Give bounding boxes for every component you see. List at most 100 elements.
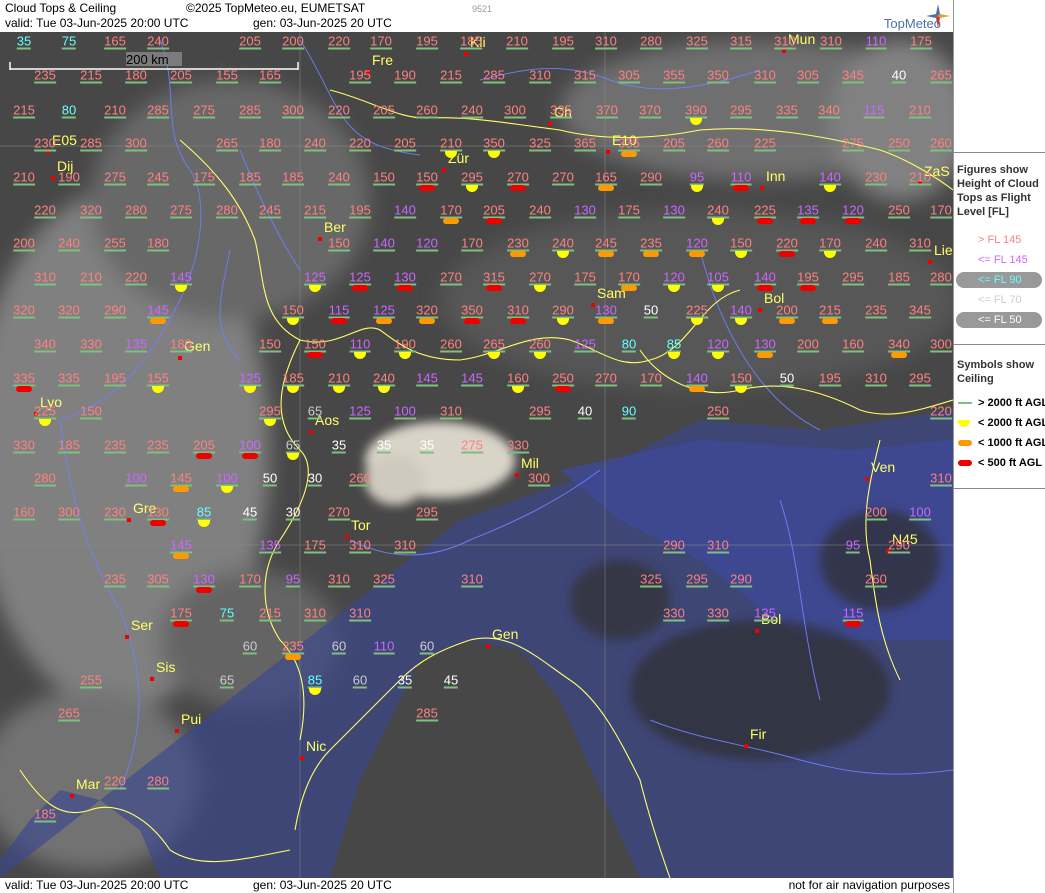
cloud-top-label: 285 (147, 102, 169, 119)
cloud-top-label: 115 (842, 605, 864, 622)
cloud-top-label: 220 (104, 773, 126, 790)
ceiling-symbol (486, 285, 502, 291)
cloud-top-label: 145 (170, 537, 192, 554)
cloud-top-label: 310 (820, 33, 842, 50)
cloud-top-label: 205 (394, 135, 416, 152)
cloud-top-label: 280 (34, 470, 56, 487)
cloud-top-label: 175 (910, 33, 932, 50)
cloud-top-label: 335 (618, 135, 640, 152)
footer-valid: valid: Tue 03-Jun-2025 20:00 UTC (5, 878, 189, 892)
city-marker (760, 186, 764, 190)
cloud-top-label: 195 (552, 33, 574, 50)
cloud-top-label: 205 (239, 33, 261, 50)
cloud-top-label: 235 (104, 437, 126, 454)
cloud-top-label: 295 (842, 269, 864, 286)
ceiling-symbol (555, 386, 571, 392)
ceiling-symbol (486, 218, 502, 224)
footer-note: not for air navigation purposes (788, 878, 950, 892)
cloud-top-label: 390 (685, 102, 707, 119)
cloud-top-label: 135 (797, 202, 819, 219)
cloud-top-label: 220 (328, 33, 350, 50)
cloud-top-label: 130 (193, 571, 215, 588)
cloud-top-label: 365 (574, 135, 596, 152)
legend-ceiling-symbol (958, 460, 972, 466)
cloud-top-label: 235 (34, 67, 56, 84)
cloud-top-label: 185 (282, 370, 304, 387)
city-label: Ser (131, 617, 153, 633)
cloud-top-label: 125 (349, 269, 371, 286)
cloud-top-label: 215 (440, 67, 462, 84)
cloud-top-label: 325 (529, 135, 551, 152)
cloud-top-label: 275 (461, 437, 483, 454)
copyright-text: ©2025 TopMeteo.eu, EUMETSAT (186, 1, 366, 15)
cloud-top-label: 125 (574, 336, 596, 353)
city-label: Pui (181, 711, 202, 727)
ceiling-symbol (150, 520, 166, 526)
cloud-top-label: 200 (776, 302, 798, 319)
cloud-top-label: 320 (13, 302, 35, 319)
ceiling-symbol (598, 318, 614, 324)
city-marker (125, 635, 129, 639)
ceiling-symbol (173, 621, 189, 627)
ceiling-symbol (689, 251, 705, 257)
ceiling-symbol (779, 251, 795, 257)
cloud-top-label: 110 (865, 33, 887, 50)
cloud-top-label: 295 (529, 403, 551, 420)
ceiling-symbol (621, 151, 637, 157)
cloud-top-label: 330 (507, 437, 529, 454)
cloud-top-label: 295 (259, 403, 281, 420)
city-label: Sis (156, 659, 176, 675)
cloud-top-label: 85 (196, 504, 212, 521)
cloud-top-label: 60 (242, 638, 258, 655)
cloud-top-label: 240 (58, 235, 80, 252)
cloud-top-label: 215 (80, 67, 102, 84)
ceiling-symbol (757, 285, 773, 291)
cloud-top-label: 205 (193, 437, 215, 454)
cloud-top-label: 250 (707, 403, 729, 420)
cloud-top-label: 230 (34, 135, 56, 152)
cloud-top-label: 310 (349, 537, 371, 554)
cloud-top-label: 125 (239, 370, 261, 387)
ceiling-symbol (845, 621, 861, 627)
cloud-top-label: 185 (239, 169, 261, 186)
cloud-top-label: 275 (193, 102, 215, 119)
cloud-top-label: 145 (147, 302, 169, 319)
cloud-top-label: 190 (394, 67, 416, 84)
cloud-top-label: 270 (440, 269, 462, 286)
cloud-top-label: 100 (125, 470, 147, 487)
cloud-top-label: 45 (443, 672, 459, 689)
cloud-top-label: 370 (596, 102, 618, 119)
city-label: Mar (76, 776, 101, 792)
cloud-top-label: 140 (686, 370, 708, 387)
city-marker (309, 430, 313, 434)
cloud-top-label: 325 (686, 33, 708, 50)
cloud-top-label: 90 (621, 403, 637, 420)
map-title: Cloud Tops & Ceiling (5, 1, 117, 15)
cloud-top-label: 285 (239, 102, 261, 119)
cloud-top-label: 135 (125, 336, 147, 353)
cloud-top-label: 220 (328, 102, 350, 119)
cloud-top-label: 220 (930, 403, 952, 420)
cloud-top-label: 315 (483, 269, 505, 286)
satellite-map[interactable]: 200 km Fre Kli Mun E05 Dij Ch E10 Zür Inn ZaS Ber L… (0, 32, 953, 878)
cloud-top-label: 290 (888, 537, 910, 554)
cloud-top-label: 120 (686, 235, 708, 252)
cloud-top-label: 175 (304, 537, 326, 554)
cloud-top-label: 265 (483, 336, 505, 353)
ceiling-symbol (419, 318, 435, 324)
cloud-top-label: 105 (707, 269, 729, 286)
cloud-top-label: 100 (394, 403, 416, 420)
ceiling-symbol (397, 285, 413, 291)
city-label: Gen (492, 626, 519, 642)
cloud-top-label: 350 (483, 135, 505, 152)
cloud-top-label: 170 (930, 202, 952, 219)
legend-ceiling-symbol (958, 420, 970, 427)
cloud-top-label: 40 (891, 67, 907, 84)
cloud-top-label: 145 (170, 269, 192, 286)
cloud-top-label: 300 (125, 135, 147, 152)
ceiling-symbol (779, 318, 795, 324)
cloud-top-label: 195 (797, 269, 819, 286)
cloud-top-label: 310 (595, 33, 617, 50)
cloud-top-label: 110 (373, 638, 395, 655)
legend-ceiling-item: < 2000 ft AGL (954, 415, 1045, 433)
